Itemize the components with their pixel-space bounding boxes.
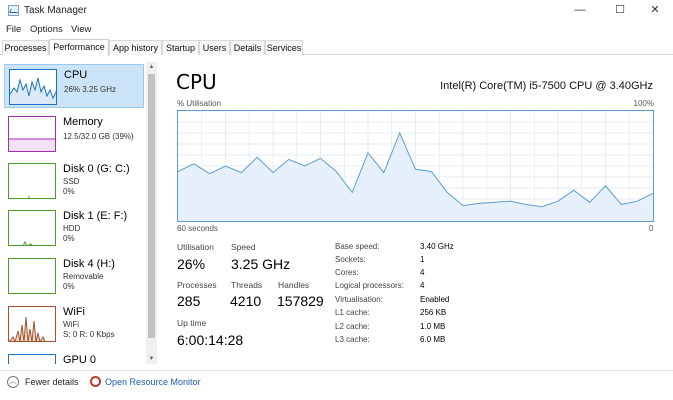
sidebar-item-wifi[interactable]: WiFi WiFi S: 0 R: 0 Kbps (4, 302, 144, 346)
wifi-thumbnail-graph (8, 306, 56, 342)
handles-value: 157829 (277, 293, 324, 309)
sidebar-item-gpu[interactable]: GPU 0 (4, 350, 144, 364)
utilisation-label: Utilisation (177, 242, 214, 252)
footer-bar: ︿ Fewer details Open Resource Monitor (0, 370, 673, 392)
handles-label: Handles (278, 280, 310, 290)
uptime-label: Up time (177, 318, 207, 328)
base-speed-label: Base speed: (335, 242, 380, 251)
sidebar-disk-4-type: Removable (63, 272, 104, 281)
sidebar-memory-detail: 12.5/32.0 GB (39%) (63, 132, 134, 141)
graph-y-label: % Utilisation (177, 99, 222, 108)
memory-thumbnail-graph (8, 116, 56, 152)
title-bar: Task Manager — ☐ ✕ (0, 0, 673, 22)
cores-value: 4 (420, 268, 425, 277)
tab-app-history[interactable]: App history (109, 40, 162, 55)
sidebar-wifi-type: WiFi (63, 320, 79, 329)
task-manager-icon (8, 5, 19, 16)
base-speed-value: 3.40 GHz (420, 242, 454, 251)
disk-1-thumbnail-graph (8, 210, 56, 246)
sidebar-disk-1-name: Disk 1 (E: F:) (63, 210, 128, 222)
sidebar-item-disk-4[interactable]: Disk 4 (H:) Removable 0% (4, 254, 144, 298)
sidebar-disk-1-usage: 0% (63, 234, 75, 243)
graph-x-left-label: 60 seconds (177, 224, 218, 233)
minimize-button[interactable]: — (560, 0, 600, 22)
gpu-thumbnail-graph (8, 354, 56, 364)
sidebar-disk-0-name: Disk 0 (G: C:) (63, 163, 130, 175)
l3-cache-value: 6.0 MB (420, 335, 446, 344)
tab-startup[interactable]: Startup (162, 40, 199, 55)
sidebar-disk-4-usage: 0% (63, 282, 75, 291)
virtualisation-value: Enabled (420, 295, 450, 304)
page-title: CPU (176, 70, 217, 94)
disk-4-thumbnail-graph (8, 258, 56, 294)
logical-processors-label: Logical processors: (335, 281, 404, 290)
scroll-thumb[interactable] (148, 74, 155, 338)
uptime-value: 6:00:14:28 (177, 332, 244, 348)
cpu-utilisation-chart (177, 111, 654, 221)
l2-cache-label: L2 cache: (335, 322, 370, 331)
sidebar-cpu-detail: 26% 3.25 GHz (64, 85, 117, 94)
menu-options[interactable]: Options (30, 24, 63, 35)
window-title: Task Manager (24, 5, 87, 16)
close-button[interactable]: ✕ (635, 0, 673, 22)
processes-value: 285 (177, 293, 201, 309)
tab-services[interactable]: Services (265, 40, 303, 55)
sidebar-wifi-throughput: S: 0 R: 0 Kbps (63, 330, 115, 339)
sidebar-cpu-name: CPU (64, 69, 88, 81)
scroll-down-icon[interactable]: ▼ (146, 354, 157, 364)
sockets-label: Sockets: (335, 255, 366, 264)
threads-label: Threads (231, 280, 263, 290)
processes-label: Processes (177, 280, 217, 290)
sidebar-gpu-name: GPU 0 (63, 354, 97, 364)
sidebar-item-cpu[interactable]: CPU 26% 3.25 GHz (4, 64, 144, 108)
tab-processes[interactable]: Processes (2, 40, 49, 55)
tab-bar: Processes Performance App history Startu… (0, 38, 673, 56)
sidebar-item-disk-0[interactable]: Disk 0 (G: C:) SSD 0% (4, 159, 144, 203)
utilisation-value: 26% (177, 256, 206, 272)
menu-view[interactable]: View (71, 24, 91, 35)
sidebar-item-disk-1[interactable]: Disk 1 (E: F:) HDD 0% (4, 206, 144, 250)
cpu-model-name: Intel(R) Core(TM) i5-7500 CPU @ 3.40GHz (440, 80, 653, 92)
resource-sidebar: CPU 26% 3.25 GHz Memory 12.5/32.0 GB (39… (0, 62, 146, 364)
fewer-details-link[interactable]: Fewer details (25, 377, 79, 387)
sidebar-memory-name: Memory (63, 116, 103, 128)
l3-cache-label: L3 cache: (335, 335, 370, 344)
menu-file[interactable]: File (6, 24, 21, 35)
speed-value: 3.25 GHz (231, 256, 291, 272)
graph-x-right-label: 0 (649, 224, 654, 233)
l1-cache-value: 256 KB (420, 308, 447, 317)
virtualisation-label: Virtualisation: (335, 295, 383, 304)
threads-value: 4210 (230, 293, 262, 309)
menu-bar: File Options View (0, 22, 673, 38)
tab-users[interactable]: Users (199, 40, 230, 55)
speed-label: Speed (231, 242, 256, 252)
sidebar-item-memory[interactable]: Memory 12.5/32.0 GB (39%) (4, 112, 144, 156)
sidebar-scrollbar[interactable]: ▲ ▼ (146, 62, 157, 364)
sidebar-disk-1-type: HDD (63, 224, 81, 233)
cores-label: Cores: (335, 268, 359, 277)
sidebar-disk-0-type: SSD (63, 177, 80, 186)
cpu-utilisation-graph (177, 110, 654, 222)
l2-cache-value: 1.0 MB (420, 322, 446, 331)
logical-processors-value: 4 (420, 281, 425, 290)
open-resource-monitor-link[interactable]: Open Resource Monitor (105, 377, 201, 387)
cpu-thumbnail-graph (9, 69, 57, 105)
l1-cache-label: L1 cache: (335, 308, 370, 317)
sidebar-disk-0-usage: 0% (63, 187, 75, 196)
tab-details[interactable]: Details (230, 40, 265, 55)
sidebar-wifi-name: WiFi (63, 306, 85, 318)
sidebar-disk-4-name: Disk 4 (H:) (63, 258, 115, 270)
disk-0-thumbnail-graph (8, 163, 56, 199)
maximize-button[interactable]: ☐ (600, 0, 640, 22)
scroll-up-icon[interactable]: ▲ (146, 62, 157, 72)
resource-monitor-icon[interactable] (90, 376, 101, 387)
sockets-value: 1 (420, 255, 425, 264)
chevron-up-icon[interactable]: ︿ (7, 376, 19, 388)
graph-y-max: 100% (633, 99, 654, 108)
tab-performance[interactable]: Performance (49, 39, 109, 56)
